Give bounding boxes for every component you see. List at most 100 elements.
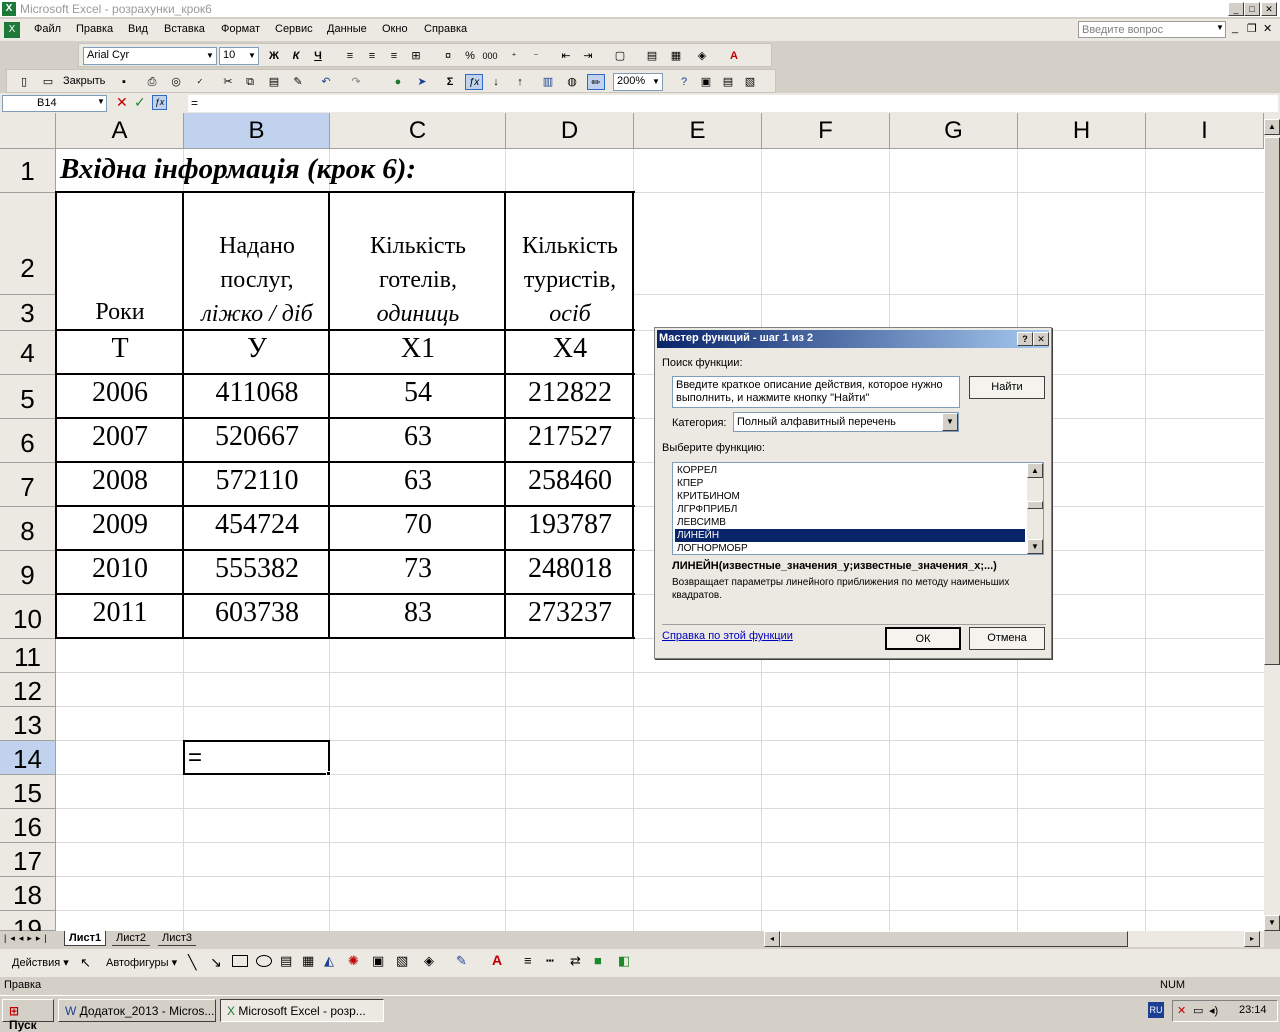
autoshapes-menu[interactable]: Автофигуры ▾ — [106, 956, 177, 969]
fill-color-icon[interactable]: ◈ — [424, 953, 434, 969]
help-icon[interactable]: ? — [1017, 332, 1033, 346]
network-icon[interactable]: ✕ — [1177, 1004, 1186, 1017]
column-header[interactable]: B — [184, 113, 330, 149]
zoom-select[interactable]: 200% ▼ — [613, 73, 663, 91]
line-color-icon[interactable]: ✎ — [456, 953, 467, 969]
worksheet-grid[interactable]: A B C D E F G H I 1 2 3 4 5 6 7 8 9 10 1… — [0, 113, 1264, 931]
new-document-icon[interactable]: ▯ — [15, 74, 33, 90]
search-function-input[interactable]: Введите краткое описание действия, котор… — [672, 376, 960, 408]
column-header[interactable]: A — [56, 113, 184, 149]
rectangle-icon[interactable] — [232, 955, 248, 967]
table-icon[interactable]: ▦ — [667, 48, 685, 64]
symbol-cell[interactable]: У — [184, 333, 330, 365]
align-left-icon[interactable]: ≡ — [341, 48, 359, 64]
line-icon[interactable]: ╲ — [188, 954, 196, 971]
row-header[interactable]: 18 — [0, 877, 56, 911]
doc-minimize-icon[interactable]: _ — [1232, 22, 1238, 34]
scroll-down-icon[interactable]: ▼ — [1027, 539, 1043, 554]
formula-input[interactable]: = — [188, 95, 1278, 112]
chevron-down-icon[interactable]: ▼ — [97, 97, 105, 106]
percent-button[interactable]: % — [461, 48, 479, 64]
oval-icon[interactable] — [256, 955, 272, 967]
print-preview-icon[interactable]: ◎ — [167, 74, 185, 90]
print-icon[interactable]: ⎙ — [143, 74, 161, 90]
data-cell[interactable]: 2010 — [56, 553, 184, 585]
arrow-style-icon[interactable]: ⇄ — [570, 953, 581, 969]
column-header[interactable]: H — [1018, 113, 1146, 149]
start-button[interactable]: ⊞ Пуск — [2, 999, 54, 1032]
cancel-icon[interactable]: ✕ — [116, 94, 128, 111]
font-color-icon[interactable]: A — [492, 952, 502, 968]
row-header[interactable]: 2 — [0, 193, 56, 295]
row-header[interactable]: 5 — [0, 375, 56, 419]
select-pointer-icon[interactable]: ↖ — [80, 955, 91, 971]
cancel-button[interactable]: Отмена — [969, 627, 1045, 650]
tab-nav-arrows-icon[interactable]: |◂◂▸▸| — [4, 933, 51, 944]
image-icon[interactable]: ▧ — [396, 953, 408, 969]
row-header[interactable]: 11 — [0, 639, 56, 673]
drawing-icon[interactable]: ✏ — [587, 74, 605, 90]
menu-window[interactable]: Окно — [382, 23, 408, 35]
data-cell[interactable]: 520667 — [184, 421, 330, 453]
autosum-button[interactable]: Σ — [441, 74, 459, 90]
grid-icon[interactable]: ▤ — [719, 74, 737, 90]
save-icon[interactable]: ▪ — [115, 74, 133, 90]
monitor-icon[interactable]: ▭ — [1193, 1004, 1203, 1017]
row-header[interactable]: 6 — [0, 419, 56, 463]
scroll-right-icon[interactable]: ▸ — [1244, 931, 1260, 947]
symbol-cell[interactable]: T — [56, 333, 184, 365]
data-cell[interactable]: 603738 — [184, 597, 330, 629]
row-header[interactable]: 16 — [0, 809, 56, 843]
column-header[interactable]: C — [330, 113, 506, 149]
language-indicator[interactable]: RU — [1148, 1002, 1164, 1018]
enter-icon[interactable]: ✓ — [134, 94, 146, 111]
dash-style-icon[interactable]: ┅ — [546, 953, 554, 969]
menu-service[interactable]: Сервис — [275, 23, 313, 35]
decrease-decimal-icon[interactable]: ⁻ — [527, 48, 545, 64]
help-icon[interactable]: ? — [675, 74, 693, 90]
list-item[interactable]: КПЕР — [675, 477, 1025, 490]
menu-insert[interactable]: Вставка — [164, 23, 205, 35]
redo-icon[interactable]: ↷ — [347, 74, 365, 90]
align-right-icon[interactable]: ≡ — [385, 48, 403, 64]
cell-style-icon[interactable]: ▤ — [643, 48, 661, 64]
3d-icon[interactable]: ◧ — [618, 953, 630, 969]
category-select[interactable]: Полный алфавитный перечень ▼ — [733, 412, 959, 432]
tab-sheet3[interactable]: Лист3 — [158, 931, 197, 946]
wordart-icon[interactable]: ▦ — [302, 953, 314, 969]
row-header[interactable]: 13 — [0, 707, 56, 741]
data-cell[interactable]: 2007 — [56, 421, 184, 453]
close-icon[interactable]: ✕ — [1033, 332, 1049, 346]
row-header[interactable]: 8 — [0, 507, 56, 551]
underline-button[interactable]: Ч — [309, 48, 327, 64]
menu-help[interactable]: Справка — [424, 23, 467, 35]
list-item[interactable]: КРИТБИНОМ — [675, 490, 1025, 503]
list-item[interactable]: ЛГРФПРИБЛ — [675, 503, 1025, 516]
tab-sheet2[interactable]: Лист2 — [112, 931, 151, 946]
scroll-thumb[interactable] — [1027, 501, 1043, 509]
doc-close-icon[interactable]: ✕ — [1263, 22, 1272, 35]
data-cell[interactable]: 83 — [330, 597, 506, 629]
undo-icon[interactable]: ↶ — [317, 74, 335, 90]
maximize-icon[interactable]: □ — [1244, 2, 1260, 16]
borders-icon[interactable]: ▢ — [611, 48, 629, 64]
ok-button[interactable]: ОК — [885, 627, 961, 650]
menu-edit[interactable]: Правка — [76, 23, 113, 35]
find-button[interactable]: Найти — [969, 376, 1045, 399]
row-header[interactable]: 10 — [0, 595, 56, 639]
font-size-select[interactable]: 10 ▼ — [219, 47, 259, 65]
thousands-button[interactable]: 000 — [481, 48, 499, 64]
scroll-up-icon[interactable]: ▲ — [1027, 463, 1043, 478]
form-icon[interactable]: ▣ — [697, 74, 715, 90]
select-all-corner[interactable] — [0, 113, 56, 149]
column-header[interactable]: D — [506, 113, 634, 149]
map-icon[interactable]: ◍ — [563, 74, 581, 90]
symbol-cell[interactable]: X4 — [506, 333, 634, 365]
column-header[interactable]: E — [634, 113, 762, 149]
fx-icon[interactable]: ƒx — [152, 95, 167, 110]
scroll-thumb[interactable] — [780, 931, 1128, 947]
textbox-icon[interactable]: ▤ — [280, 953, 292, 969]
paste-icon[interactable]: ▤ — [265, 74, 283, 90]
increase-decimal-icon[interactable]: ⁺ — [505, 48, 523, 64]
indent-icon[interactable]: ⇥ — [579, 48, 597, 64]
